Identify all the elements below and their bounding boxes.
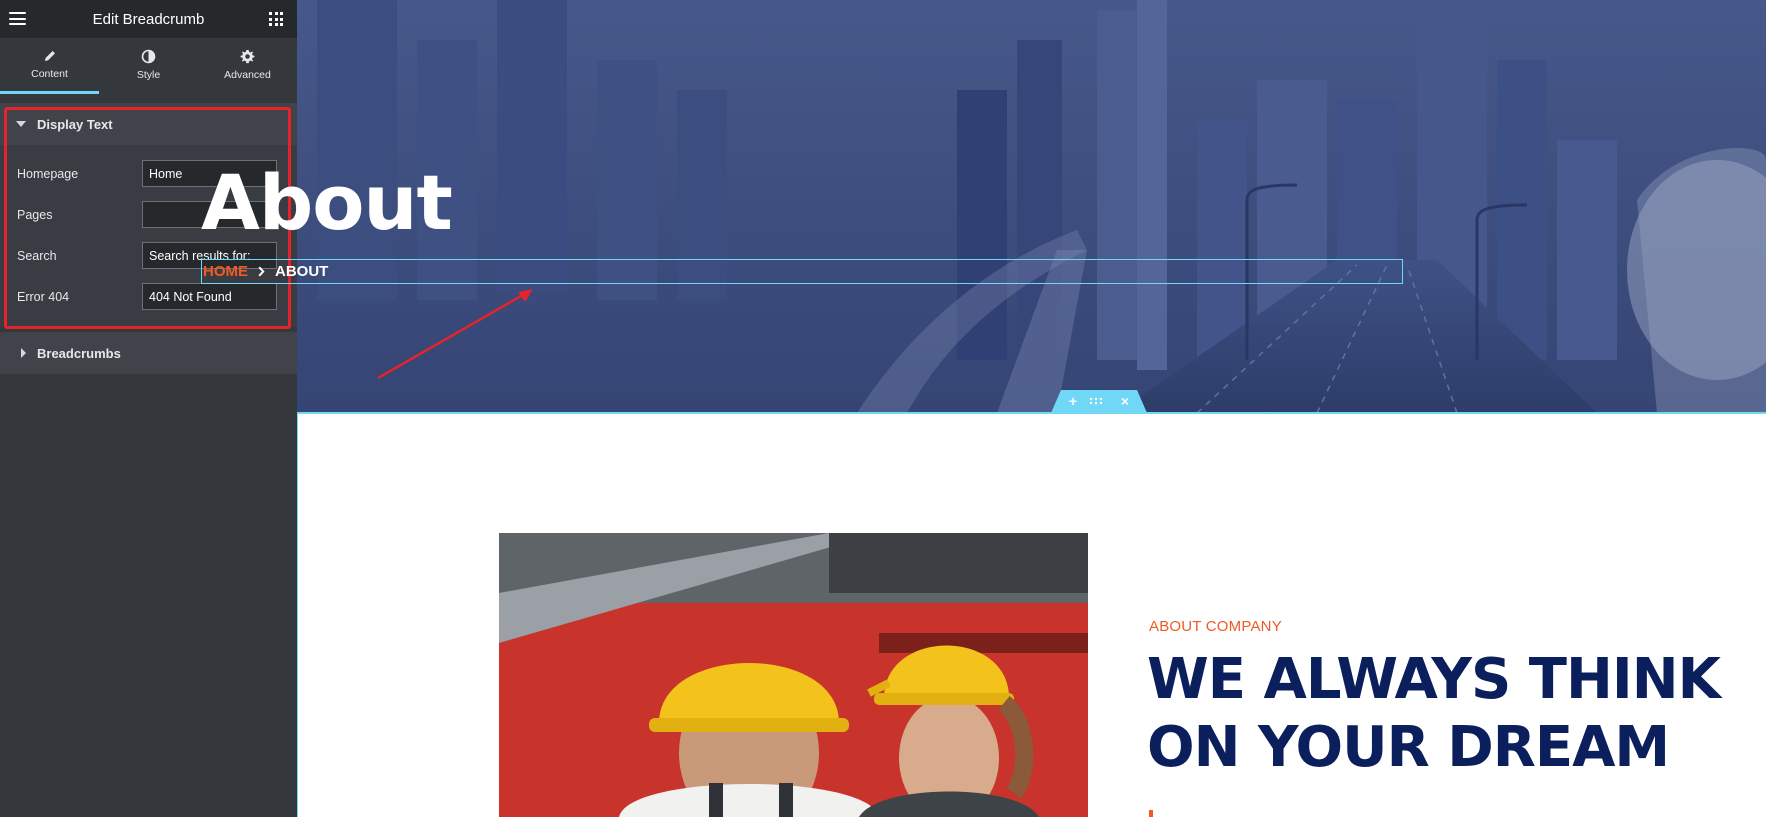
half-circle-icon (141, 49, 156, 63)
delete-section-button[interactable]: × (1115, 392, 1135, 410)
about-heading-line2: ON YOUR DREAM (1147, 715, 1670, 780)
workers-photo (499, 533, 1088, 817)
control-error-404: Error 404 (0, 283, 297, 311)
error-404-input[interactable] (142, 283, 277, 310)
section-breadcrumbs-title: Breadcrumbs (37, 345, 121, 361)
error-404-label: Error 404 (17, 290, 70, 304)
caret-down-icon (16, 121, 26, 127)
panel-header: Edit Breadcrumb (0, 0, 297, 38)
tab-style-label: Style (136, 68, 161, 81)
pages-label: Pages (17, 208, 53, 222)
add-section-button[interactable]: + (1063, 392, 1083, 410)
caret-right-icon (21, 348, 26, 358)
widgets-grid-icon[interactable] (269, 12, 283, 26)
annotation-arrow (377, 289, 533, 380)
tab-content-label: Content (31, 68, 68, 80)
about-heading-line1: WE ALWAYS THINK (1147, 647, 1721, 712)
pencil-icon (44, 51, 55, 61)
hamburger-menu-icon[interactable] (9, 12, 26, 25)
panel-title: Edit Breadcrumb (92, 10, 205, 28)
tab-style[interactable]: Style (99, 38, 198, 94)
breadcrumb-home-link[interactable]: HOME (203, 263, 248, 280)
gear-icon (240, 49, 255, 63)
about-heading: WE ALWAYS THINK ON YOUR DREAM (1147, 646, 1747, 782)
heading-divider-accent (1149, 810, 1153, 817)
tab-advanced[interactable]: Advanced (198, 38, 297, 94)
breadcrumb[interactable]: HOME ABOUT (201, 259, 1403, 284)
tab-content[interactable]: Content (0, 38, 99, 94)
about-tagline: ABOUT COMPANY (1149, 618, 1282, 635)
panel-tabs: Content Style Advanced (0, 38, 297, 94)
search-label: Search (17, 249, 57, 263)
page-title: About (201, 158, 453, 247)
section-breadcrumbs-toggle[interactable]: Breadcrumbs (0, 332, 297, 374)
tab-advanced-label: Advanced (224, 68, 271, 81)
editor-panel: Edit Breadcrumb Content Style Advanced D… (0, 0, 297, 817)
breadcrumb-current: ABOUT (275, 263, 329, 280)
homepage-label: Homepage (17, 167, 79, 181)
chevron-right-icon (258, 266, 265, 277)
drag-handle-icon[interactable] (1089, 392, 1109, 410)
section-display-text-toggle[interactable]: Display Text (0, 103, 297, 145)
section-display-text-title: Display Text (37, 116, 113, 132)
section-handle: + × (1051, 390, 1147, 413)
